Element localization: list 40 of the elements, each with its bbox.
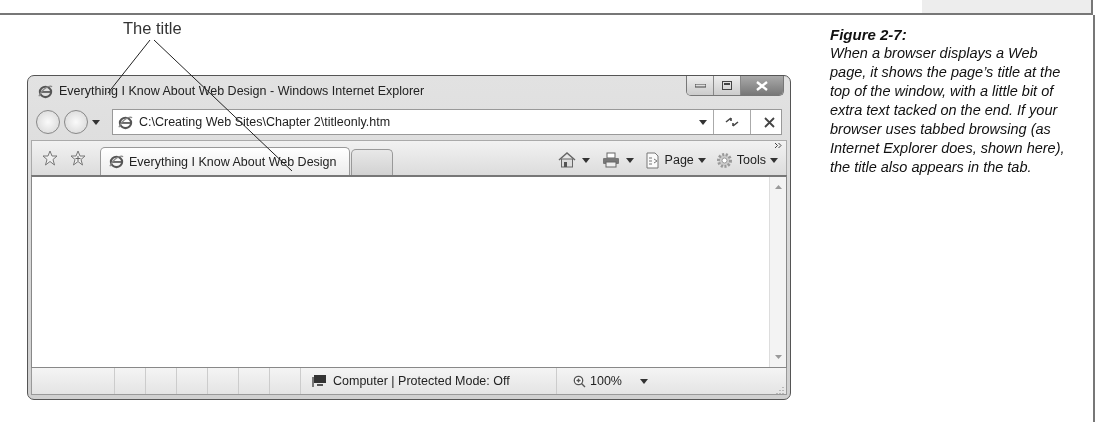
maximize-icon <box>722 81 732 90</box>
scrollbar[interactable] <box>769 177 786 367</box>
caret-icon <box>770 157 778 163</box>
caret-icon[interactable] <box>92 119 100 125</box>
tools-menu-button[interactable]: Tools <box>713 151 780 169</box>
caret-icon[interactable] <box>625 157 634 163</box>
home-icon[interactable] <box>557 152 576 168</box>
refresh-icon[interactable] <box>725 116 739 128</box>
scroll-down-icon[interactable] <box>774 355 782 359</box>
printer-icon[interactable] <box>601 152 620 168</box>
figure-caption: When a browser displays a Web page, it shows the page’s title at the top of the window, with a little bit of extra text tacked on the end. If your browser uses tabbed browsing (as Internet Explorer does, shown here), the title also appears in the tab. <box>830 45 1065 175</box>
back-button[interactable] <box>36 110 60 134</box>
resize-grip-icon[interactable] <box>774 384 786 394</box>
zoom-icon[interactable] <box>573 374 586 388</box>
address-field[interactable]: C:\Creating Web Sites\Chapter 2\titleonly.htm <box>112 109 782 135</box>
maximize-button[interactable] <box>714 76 741 95</box>
browser-tab[interactable]: Everything I Know About Web Design <box>100 147 350 175</box>
minimize-icon <box>694 83 706 88</box>
caret-icon[interactable] <box>581 157 590 163</box>
page-icon <box>645 151 661 169</box>
close-button[interactable] <box>741 76 783 95</box>
close-icon[interactable] <box>763 116 775 128</box>
caret-icon <box>697 157 706 163</box>
status-text: Computer | Protected Mode: Off <box>333 374 510 388</box>
star-icon[interactable] <box>42 150 58 166</box>
callout-label: The title <box>123 19 182 38</box>
browser-logo-icon <box>118 114 133 130</box>
browser-logo-icon <box>38 83 53 99</box>
add-favorite-icon[interactable] <box>70 150 86 166</box>
zoom-level[interactable]: 100% <box>590 374 622 388</box>
caret-icon[interactable] <box>699 119 707 125</box>
page-menu-button[interactable]: Page <box>643 151 708 169</box>
browser-logo-icon <box>109 154 124 169</box>
scroll-up-icon[interactable] <box>774 185 782 189</box>
close-icon <box>756 80 768 91</box>
computer-icon <box>311 374 327 388</box>
caret-icon[interactable] <box>640 378 648 384</box>
gear-icon <box>715 151 733 169</box>
chevron-icon[interactable] <box>774 142 782 149</box>
figure-number: Figure 2-7: <box>830 25 908 44</box>
